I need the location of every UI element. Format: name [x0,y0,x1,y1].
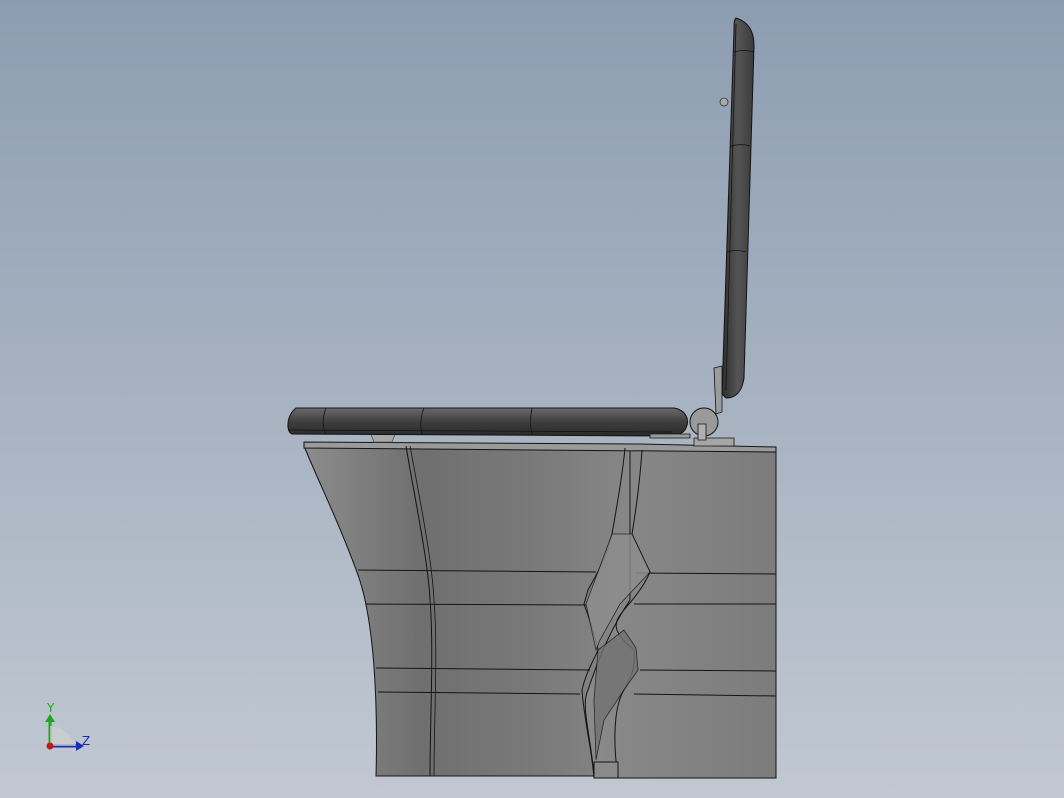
x-axis-origin [46,742,54,750]
z-axis-label: Z [82,734,90,748]
lid-bumper [719,97,729,107]
toilet-lid[interactable] [719,17,755,399]
reference-triad: Y Z [45,701,90,751]
hinge-bracket [713,365,723,415]
cad-graphics-viewport[interactable]: Y Z [0,0,1064,798]
triad-plane-indicator [50,726,76,746]
toilet-seat[interactable] [287,407,691,439]
bowl-foot [593,761,619,779]
hinge-post [697,423,707,441]
seat-base-plate [649,433,691,439]
y-axis-label: Y [46,701,55,715]
toilet-bowl[interactable] [303,441,777,779]
y-arrowhead [45,714,55,722]
lid-body [721,17,755,399]
toilet-model-side-view[interactable]: Y Z [0,0,1064,798]
